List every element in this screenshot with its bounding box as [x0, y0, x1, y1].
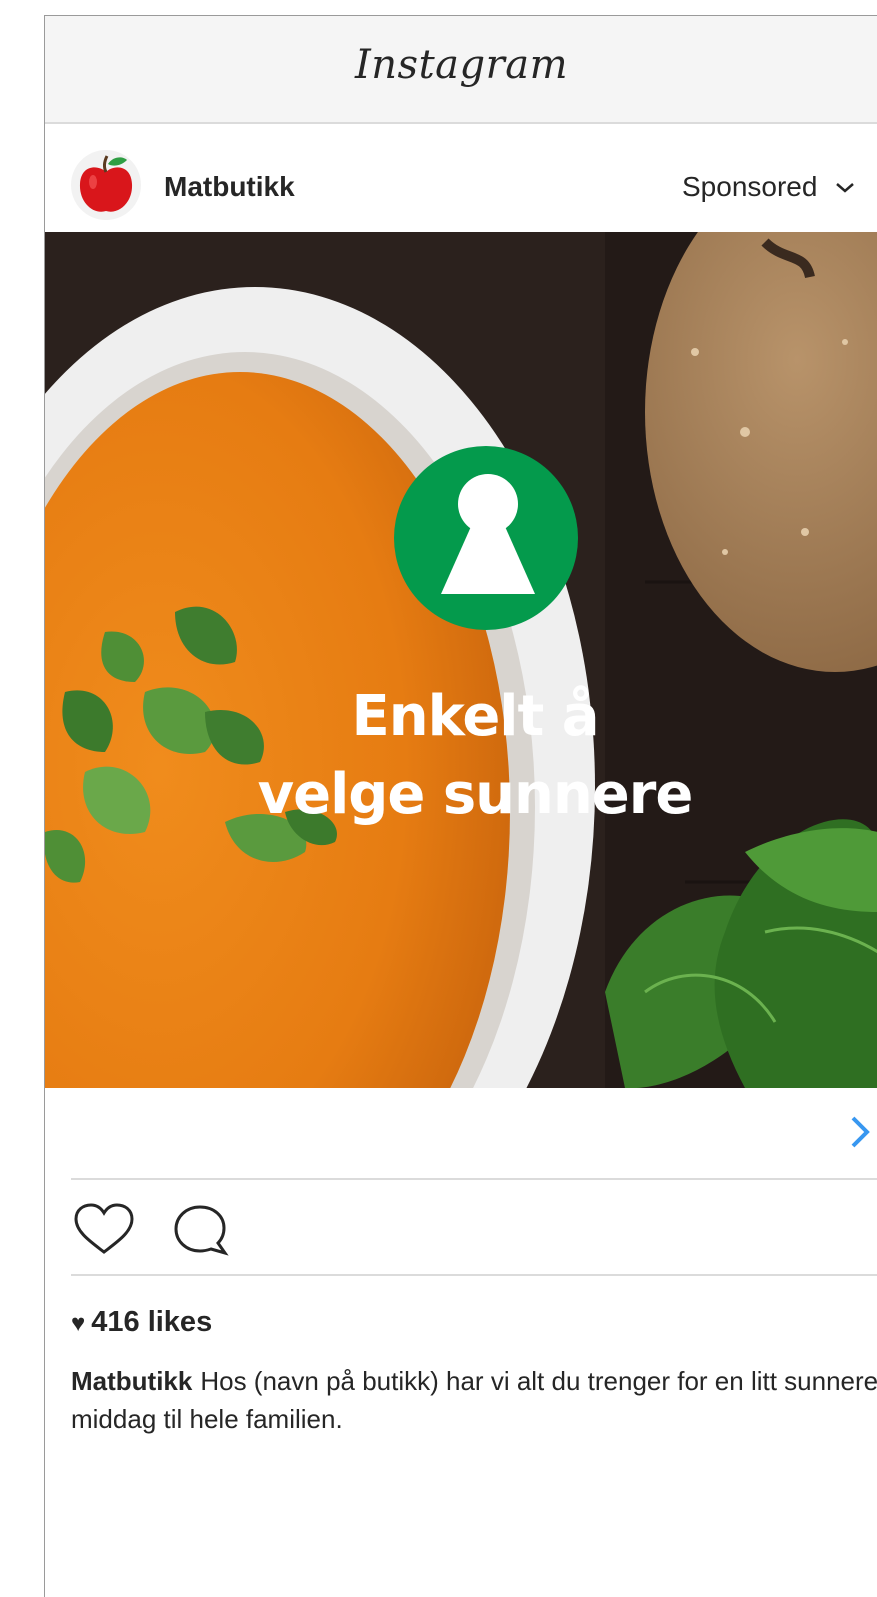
cta-row[interactable] [45, 1088, 877, 1178]
ad-headline: Enkelt å velge sunnere [45, 678, 877, 834]
likes-count[interactable]: ♥ 416 likes [71, 1306, 212, 1339]
post-username[interactable]: Matbutikk [164, 171, 295, 203]
keyhole-icon [394, 446, 578, 630]
instagram-post-frame: Instagram Matbutikk Sponsored Enkelt å v… [44, 15, 877, 1597]
app-header: Instagram [45, 16, 877, 124]
post-header: Matbutikk Sponsored [45, 124, 877, 232]
post-caption: Matbutikk Hos (navn på butikk) har vi alt… [71, 1362, 877, 1438]
divider [71, 1178, 877, 1180]
likes-label: 416 likes [91, 1306, 213, 1338]
soup-photo [45, 232, 877, 1088]
heart-filled-icon: ♥ [71, 1310, 86, 1337]
headline-line-1: Enkelt å [351, 684, 599, 749]
post-image[interactable]: Enkelt å velge sunnere [45, 232, 877, 1088]
instagram-logo: Instagram [354, 42, 568, 88]
headline-line-2: velge sunnere [257, 762, 694, 827]
sponsored-label: Sponsored [682, 171, 818, 202]
heart-icon[interactable] [73, 1202, 135, 1256]
apple-icon [79, 155, 133, 212]
sponsored-menu[interactable]: Sponsored [682, 171, 857, 203]
avatar[interactable] [71, 150, 141, 220]
chevron-down-icon [836, 183, 855, 193]
caption-username[interactable]: Matbutikk [71, 1366, 192, 1396]
comment-icon[interactable] [173, 1203, 229, 1257]
divider [71, 1274, 877, 1276]
chevron-right-icon[interactable] [849, 1112, 875, 1152]
